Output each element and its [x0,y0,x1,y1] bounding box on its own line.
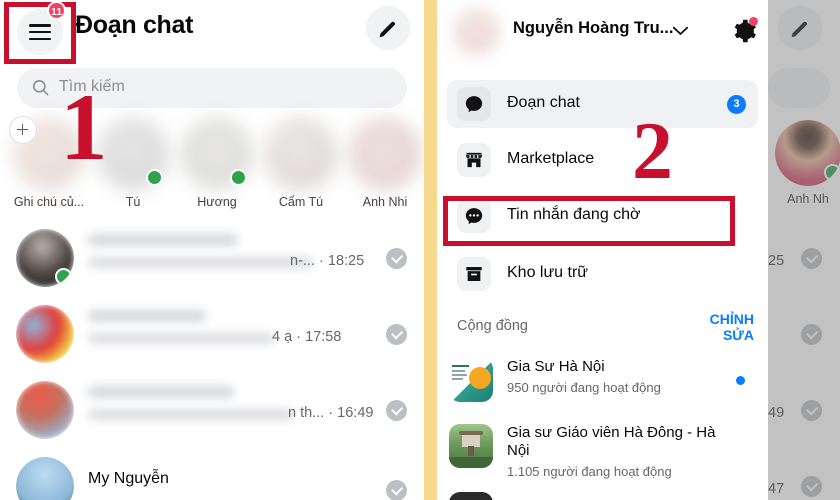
menu-item-marketplace[interactable]: Marketplace [447,136,758,184]
community-unread-dot [736,376,745,385]
community-section-title: Cộng đồng [457,318,528,334]
conversation-row[interactable]: My Nguyễn [0,450,424,500]
conversation-preview [88,409,294,420]
menu-item-chats[interactable]: Đoạn chat 3 [447,80,758,128]
story-label: Ghi chú củ... [13,195,85,209]
story-label: Hương [197,195,237,209]
hamburger-menu-icon [29,24,51,41]
online-status-dot [230,169,247,186]
settings-notification-dot [749,17,758,26]
online-status-dot [55,268,72,285]
annotation-step-1: 1 [60,74,108,180]
community-subtitle: 950 người đang hoạt động [507,380,661,395]
conversation-time: n-... · 18:25 [290,253,365,269]
story-label: Tú [125,195,141,209]
settings-button[interactable] [731,17,758,44]
conversation-preview [88,333,274,344]
conversation-row[interactable]: 4 ạ · 17:58 [0,298,424,370]
search-icon [32,79,49,96]
menu-item-label: Đoạn chat [507,94,580,111]
conversation-name [88,234,238,246]
community-avatar [449,358,493,402]
conversation-name: My Nguyễn [88,470,169,487]
menu-item-label: Marketplace [507,150,595,167]
conversation-name [88,386,234,398]
marketplace-storefront-icon [457,143,491,177]
add-story-icon[interactable] [9,116,37,144]
story-item[interactable]: Hương [176,118,258,209]
seen-check-icon [386,400,407,421]
avatar [16,305,74,363]
community-name: Gia sư Giáo viên Hà Đông - Hà Nội [507,424,716,459]
menu-item-archive[interactable]: Kho lưu trữ [447,250,758,298]
conversation-time: n th... · 16:49 [288,405,374,421]
chats-unread-badge: 3 [727,95,746,114]
profile-name[interactable]: Nguyễn Hoàng Tru... [513,19,673,38]
conversation-row[interactable]: n-... · 18:25 [0,222,424,294]
screenshot-stage: 11 Đoạn chat Tìm kiếm Ghi chú củ... [0,0,840,500]
menu-drawer-panel: Nguyễn Hoàng Tru... Đoạn chat 3 Marketpl… [437,0,768,500]
archive-box-icon [457,257,491,291]
conversation-row[interactable]: n th... · 16:49 [0,374,424,446]
community-edit-button[interactable]: CHỈNH SỬA [692,311,754,343]
online-status-dot [146,169,163,186]
avatar [16,381,74,439]
conversation-list: n-... · 18:25 4 ạ · 17:58 n th... · 16:4… [0,222,424,500]
story-label: Anh Nhi [362,195,408,209]
menu-item-label: Kho lưu trữ [507,264,589,281]
dim-overlay [768,0,840,500]
annotation-box-message-requests [443,196,735,246]
seen-check-icon [386,324,407,345]
community-item[interactable]: Gia sư Giáo viên Hà Đông - Hà Nội 1.105 … [449,424,761,486]
conversation-preview [88,257,313,268]
compose-button[interactable] [366,6,410,50]
avatar [16,229,74,287]
community-avatar [449,424,493,468]
profile-avatar[interactable] [455,10,499,54]
community-subtitle: 1.105 người đang hoạt động [507,464,672,479]
seen-check-icon [386,480,407,500]
drawer-header: Nguyễn Hoàng Tru... [437,0,768,62]
avatar [16,457,74,500]
story-label: Cẩm Tú [278,195,324,209]
seen-check-icon [386,248,407,269]
conversation-name [88,310,206,322]
community-item[interactable]: Gia Sư Hà Nội 950 người đang hoạt động [449,358,761,408]
pencil-compose-icon [379,21,395,38]
story-item[interactable]: Anh Nhi [344,118,424,209]
annotation-step-2: 2 [632,105,673,196]
conversation-time: 4 ạ · 17:58 [272,329,342,345]
panel-divider [424,0,437,500]
chat-bubble-icon [457,87,491,121]
community-avatar[interactable] [449,492,493,500]
menu-unread-badge: 11 [47,1,67,20]
story-item[interactable]: Cẩm Tú [260,118,342,209]
chevron-down-icon[interactable] [672,26,689,36]
page-title: Đoạn chat [75,11,194,39]
community-name: Gia Sư Hà Nội [507,358,605,375]
